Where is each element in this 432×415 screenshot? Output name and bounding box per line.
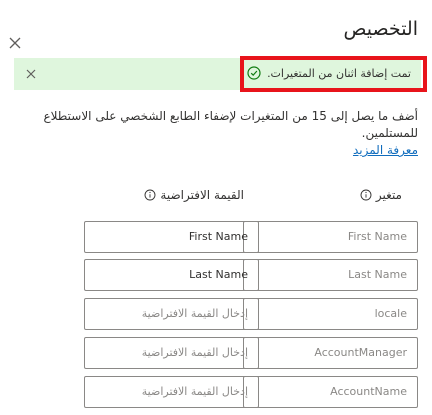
variable-row: AccountName إدخال القيمة الافتراضية — [14, 376, 418, 408]
variable-row: locale إدخال القيمة الافتراضية — [14, 298, 418, 330]
close-icon — [9, 37, 21, 49]
variable-name-field[interactable]: First Name — [243, 221, 418, 253]
description-text: أضف ما يصل إلى 15 من المتغيرات لإضفاء ال… — [43, 109, 418, 140]
variable-row: AccountManager إدخال القيمة الافتراضية — [14, 337, 418, 369]
column-header-variable-label: متغير — [375, 188, 402, 202]
banner-message: تمت إضافة اثنان من المتغيرات. — [267, 66, 411, 80]
default-value-input[interactable]: إدخال القيمة الافتراضية — [84, 298, 259, 330]
success-banner: تمت إضافة اثنان من المتغيرات. — [14, 58, 421, 90]
column-header-variable: متغير — [360, 188, 402, 202]
banner-message-group: تمت إضافة اثنان من المتغيرات. — [247, 66, 411, 80]
default-value-input[interactable]: Last Name — [84, 259, 259, 291]
info-icon[interactable] — [144, 189, 156, 201]
info-icon[interactable] — [360, 189, 372, 201]
panel-title: التخصيص — [343, 18, 418, 40]
variable-name-field[interactable]: Last Name — [243, 259, 418, 291]
variable-row: Last Name Last Name — [14, 259, 418, 291]
variable-name-field[interactable]: AccountName — [243, 376, 418, 408]
column-header-default-value-label: القيمة الافتراضية — [160, 188, 244, 202]
default-value-input[interactable]: إدخال القيمة الافتراضية — [84, 337, 259, 369]
default-value-input[interactable]: إدخال القيمة الافتراضية — [84, 376, 259, 408]
variable-row: First Name First Name — [14, 221, 418, 253]
column-header-default-value: القيمة الافتراضية — [144, 188, 244, 202]
close-icon — [26, 69, 36, 79]
variable-name-field[interactable]: AccountManager — [243, 337, 418, 369]
variable-name-field[interactable]: locale — [243, 298, 418, 330]
customization-panel: التخصيص تمت إضافة اثنان من المتغيرات. أض… — [0, 0, 432, 415]
learn-more-link[interactable]: معرفة المزيد — [353, 143, 418, 157]
checkmark-circle-icon — [247, 66, 261, 80]
default-value-input[interactable]: First Name — [84, 221, 259, 253]
banner-dismiss-button[interactable] — [24, 66, 38, 80]
close-panel-button[interactable] — [6, 34, 24, 52]
